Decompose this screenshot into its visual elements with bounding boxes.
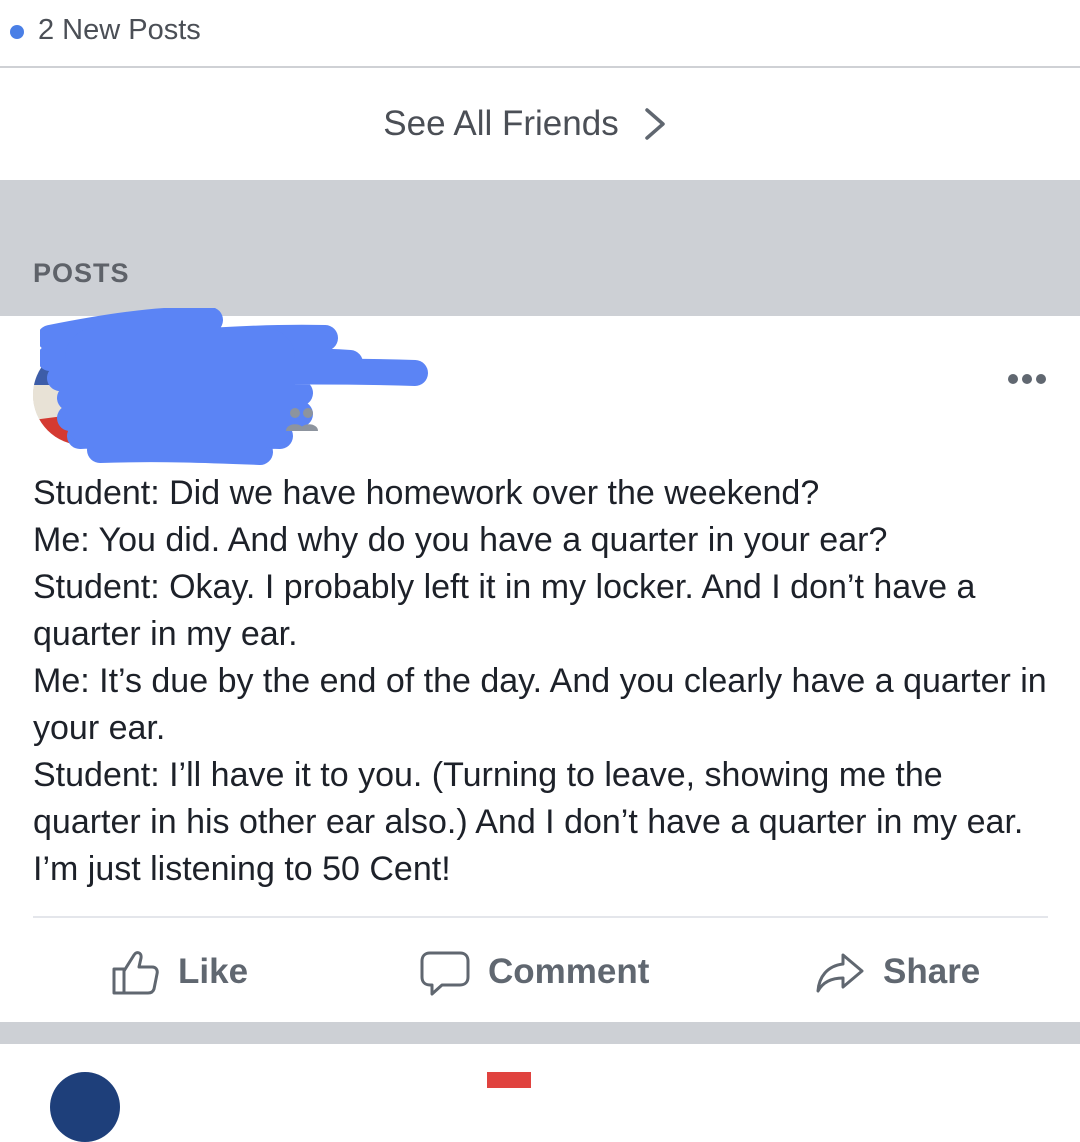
- next-post-avatar[interactable]: [50, 1072, 120, 1142]
- see-all-friends-button[interactable]: See All Friends: [0, 68, 1080, 180]
- post-line: Me: You did. And why do you have a quart…: [33, 521, 888, 559]
- chevron-right-icon: [644, 108, 665, 140]
- posts-section-heading: POSTS: [33, 258, 130, 288]
- group-icon: [286, 408, 318, 431]
- see-all-friends-label: See All Friends: [383, 104, 619, 143]
- post-line: Student: Did we have homework over the w…: [33, 474, 820, 512]
- post-line: Student: I’ll have it to you. (Turning t…: [33, 756, 1024, 888]
- share-button[interactable]: Share: [815, 940, 980, 1004]
- unread-dot-icon: [10, 25, 24, 39]
- post-line: Student: Okay. I probably left it in my …: [33, 568, 976, 653]
- section-separator: [0, 1022, 1080, 1044]
- more-options-icon[interactable]: [1007, 371, 1047, 387]
- next-post-icon: [487, 1072, 531, 1088]
- divider: [33, 916, 1048, 918]
- post-body: Student: Did we have homework over the w…: [33, 470, 1053, 893]
- like-label: Like: [178, 952, 249, 991]
- new-posts-label[interactable]: 2 New Posts: [38, 14, 201, 47]
- post-line: Me: It’s due by the end of the day. And …: [33, 662, 1047, 747]
- comment-label: Comment: [488, 952, 650, 991]
- section-separator: [0, 180, 1080, 316]
- comment-button[interactable]: Comment: [420, 940, 649, 1004]
- share-icon: [816, 953, 864, 993]
- redaction-scribble: [40, 308, 428, 465]
- like-button[interactable]: Like: [110, 940, 248, 1004]
- comment-icon: [420, 951, 470, 996]
- share-label: Share: [883, 952, 981, 991]
- like-icon: [112, 951, 159, 995]
